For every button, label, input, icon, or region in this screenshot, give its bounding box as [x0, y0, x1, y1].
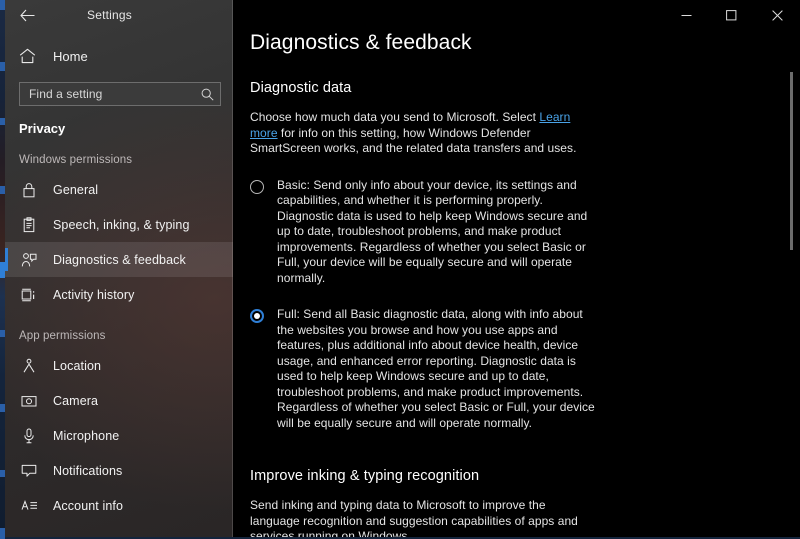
intro-text-after-link: for info on this setting, how Windows De…: [250, 125, 577, 156]
account-info-icon: [19, 496, 39, 516]
radio-full-label: Full: Send all Basic diagnostic data, al…: [277, 307, 595, 430]
sidebar: Settings Home Find a setting Privacy Win…: [5, 0, 233, 539]
sidebar-item-general-label: General: [53, 182, 99, 197]
content-scrollbar[interactable]: [790, 72, 793, 250]
sidebar-item-general[interactable]: General: [5, 172, 233, 207]
sidebar-category-title: Privacy: [19, 121, 66, 136]
window-title: Settings: [87, 8, 132, 22]
sidebar-item-microphone-label: Microphone: [53, 428, 120, 443]
sidebar-item-diagnostics-feedback[interactable]: Diagnostics & feedback: [5, 242, 233, 277]
radio-basic-indicator[interactable]: [250, 179, 264, 194]
minimize-button[interactable]: [664, 0, 709, 30]
sidebar-item-speech-inking-typing[interactable]: Speech, inking, & typing: [5, 207, 233, 242]
sidebar-item-activity-history[interactable]: Activity history: [5, 277, 233, 312]
main-content: Diagnostics & feedback Diagnostic data C…: [233, 0, 800, 539]
home-icon: [19, 48, 41, 64]
sidebar-item-location-label: Location: [53, 358, 102, 373]
notification-balloon-icon: [19, 461, 39, 481]
search-icon: [201, 88, 214, 101]
search-input[interactable]: Find a setting: [19, 82, 221, 106]
diagnostic-data-intro: Choose how much data you send to Microso…: [250, 110, 580, 157]
sidebar-item-notifications[interactable]: Notifications: [5, 453, 233, 488]
sidebar-item-activity-history-label: Activity history: [53, 287, 135, 302]
intro-text-before-link: Choose how much data you send to Microso…: [250, 110, 540, 124]
background-window-strip: [0, 0, 5, 539]
page-title: Diagnostics & feedback: [250, 31, 472, 54]
back-button[interactable]: [5, 0, 49, 30]
inking-description: Send inking and typing data to Microsoft…: [250, 498, 578, 539]
sidebar-group-heading-app-permissions: App permissions: [19, 330, 106, 342]
close-button[interactable]: [754, 0, 800, 30]
search-placeholder: Find a setting: [29, 87, 103, 101]
sidebar-item-microphone[interactable]: Microphone: [5, 418, 233, 453]
radio-full-indicator[interactable]: [250, 309, 264, 323]
sidebar-item-camera-label: Camera: [53, 393, 99, 408]
section-heading-diagnostic-data: Diagnostic data: [250, 80, 352, 96]
sidebar-item-diagnostics-feedback-label: Diagnostics & feedback: [53, 252, 186, 267]
microphone-icon: [19, 426, 39, 446]
camera-icon: [19, 391, 39, 411]
sidebar-group-heading-windows-permissions: Windows permissions: [19, 154, 133, 166]
lock-icon: [19, 180, 39, 200]
sidebar-item-speech-inking-typing-label: Speech, inking, & typing: [53, 217, 190, 232]
sidebar-item-account-info-label: Account info: [53, 498, 123, 513]
window-controls: [664, 0, 800, 30]
settings-window: Settings Home Find a setting Privacy Win…: [0, 0, 800, 539]
radio-option-basic[interactable]: Basic: Send only info about your device,…: [250, 178, 595, 287]
sidebar-titlebar: Settings: [5, 0, 233, 30]
feedback-person-icon: [19, 250, 39, 270]
section-heading-inking-typing: Improve inking & typing recognition: [250, 468, 480, 484]
sidebar-item-home[interactable]: Home: [5, 39, 233, 73]
sidebar-item-home-label: Home: [53, 48, 88, 64]
timeline-icon: [19, 285, 39, 305]
sidebar-item-camera[interactable]: Camera: [5, 383, 233, 418]
location-pin-icon: [19, 356, 39, 376]
back-arrow-icon: [19, 9, 34, 21]
radio-basic-label: Basic: Send only info about your device,…: [277, 177, 588, 285]
sidebar-item-account-info[interactable]: Account info: [5, 488, 233, 523]
sidebar-item-notifications-label: Notifications: [53, 463, 123, 478]
sidebar-item-location[interactable]: Location: [5, 348, 233, 383]
radio-option-full[interactable]: Full: Send all Basic diagnostic data, al…: [250, 307, 595, 431]
maximize-button[interactable]: [709, 0, 754, 30]
clipboard-icon: [19, 215, 39, 235]
